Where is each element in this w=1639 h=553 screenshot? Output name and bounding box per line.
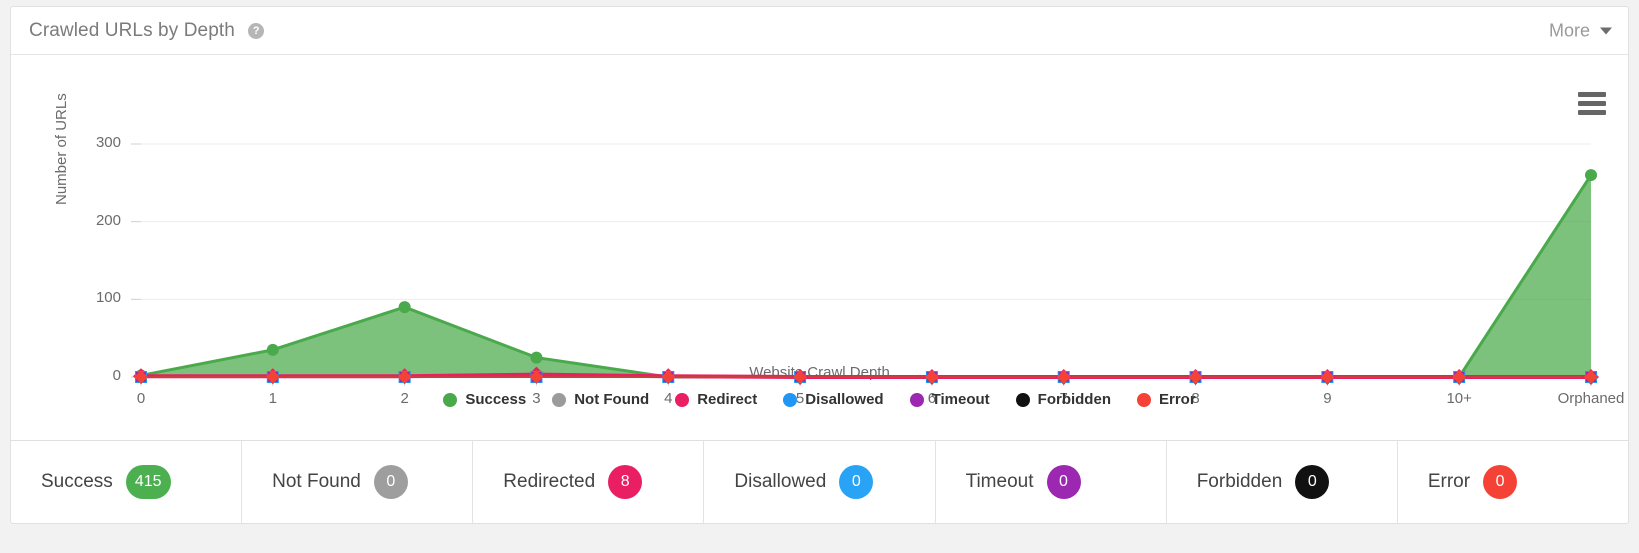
data-point — [530, 351, 543, 364]
stat-label: Not Found — [272, 471, 361, 492]
stat-label: Disallowed — [734, 471, 827, 492]
chevron-down-icon — [1600, 27, 1612, 34]
legend-item-redirect[interactable]: Redirect — [675, 391, 757, 408]
stat-cell-disallowed[interactable]: Disallowed 0 — [704, 441, 936, 523]
stat-label: Timeout — [965, 471, 1034, 492]
legend-label: Timeout — [931, 391, 990, 408]
status-badge: 8 — [608, 465, 643, 499]
stat-label: Forbidden — [1196, 471, 1283, 492]
legend-color-swatch — [783, 392, 798, 407]
legend-color-swatch — [675, 392, 690, 407]
stat-label: Error — [1427, 471, 1471, 492]
widget-title-text: Crawled URLs by Depth — [29, 19, 235, 41]
legend-item-disallowed[interactable]: Disallowed — [783, 391, 884, 408]
legend-color-swatch — [1015, 392, 1030, 407]
legend-label: Disallowed — [805, 391, 884, 408]
stat-cell-forbidden[interactable]: Forbidden 0 — [1167, 441, 1398, 523]
legend-item-timeout[interactable]: Timeout — [909, 391, 990, 408]
page-title: Crawled URLs by Depth ? — [29, 19, 265, 42]
legend-item-forbidden[interactable]: Forbidden — [1015, 391, 1111, 408]
status-badge: 0 — [1046, 465, 1081, 499]
data-point — [398, 301, 411, 314]
area-chart-plot — [131, 143, 1599, 386]
stat-cell-timeout[interactable]: Timeout 0 — [936, 441, 1167, 523]
legend-label: Redirect — [697, 391, 758, 408]
legend-item-success[interactable]: Success — [443, 391, 526, 408]
legend-label: Error — [1158, 391, 1196, 408]
question-mark-icon[interactable]: ? — [248, 22, 265, 39]
chart-area: Number of URLs Website Crawl Depth 0 100 2… — [11, 55, 1628, 441]
y-axis-tick-label: 0 — [112, 367, 121, 384]
legend-color-swatch — [552, 392, 567, 407]
series-area — [141, 175, 1591, 377]
crawled-urls-widget: Crawled URLs by Depth ? More Number of U… — [10, 6, 1629, 524]
y-axis-tick-label: 100 — [95, 289, 121, 307]
legend-label: Success — [465, 391, 527, 408]
stat-label: Success — [41, 471, 113, 492]
status-badge: 0 — [839, 465, 874, 499]
legend-label: Not Found — [574, 391, 650, 408]
stat-cell-error[interactable]: Error 0 — [1398, 441, 1628, 523]
data-point — [1585, 169, 1597, 182]
stat-cell-success[interactable]: Success 415 — [11, 441, 243, 523]
data-point — [266, 343, 279, 356]
y-axis-tick-label: 200 — [95, 211, 121, 229]
chart-legend: Success Not Found Redirect Disallowed Timeou… — [11, 391, 1628, 408]
stat-cell-redirected[interactable]: Redirected 8 — [473, 441, 705, 523]
more-dropdown[interactable]: More — [1549, 20, 1612, 41]
status-badge: 0 — [1295, 465, 1330, 499]
status-badge: 0 — [373, 465, 408, 499]
legend-color-swatch — [909, 392, 924, 407]
stat-cell-not-found[interactable]: Not Found 0 — [242, 441, 474, 523]
widget-header: Crawled URLs by Depth ? More — [11, 7, 1628, 55]
legend-item-not-found[interactable]: Not Found — [552, 391, 649, 408]
legend-color-swatch — [443, 392, 458, 407]
legend-label: Forbidden — [1037, 391, 1111, 408]
status-summary-bar: Success 415 Not Found 0 Redirected 8 Disallowe… — [11, 440, 1628, 523]
status-badge: 415 — [125, 465, 171, 499]
y-axis-tick-label: 300 — [95, 134, 121, 151]
legend-item-error[interactable]: Error — [1136, 391, 1196, 408]
more-label: More — [1548, 20, 1590, 40]
legend-color-swatch — [1136, 392, 1151, 407]
status-badge: 0 — [1483, 465, 1518, 499]
stat-label: Redirected — [503, 471, 596, 492]
